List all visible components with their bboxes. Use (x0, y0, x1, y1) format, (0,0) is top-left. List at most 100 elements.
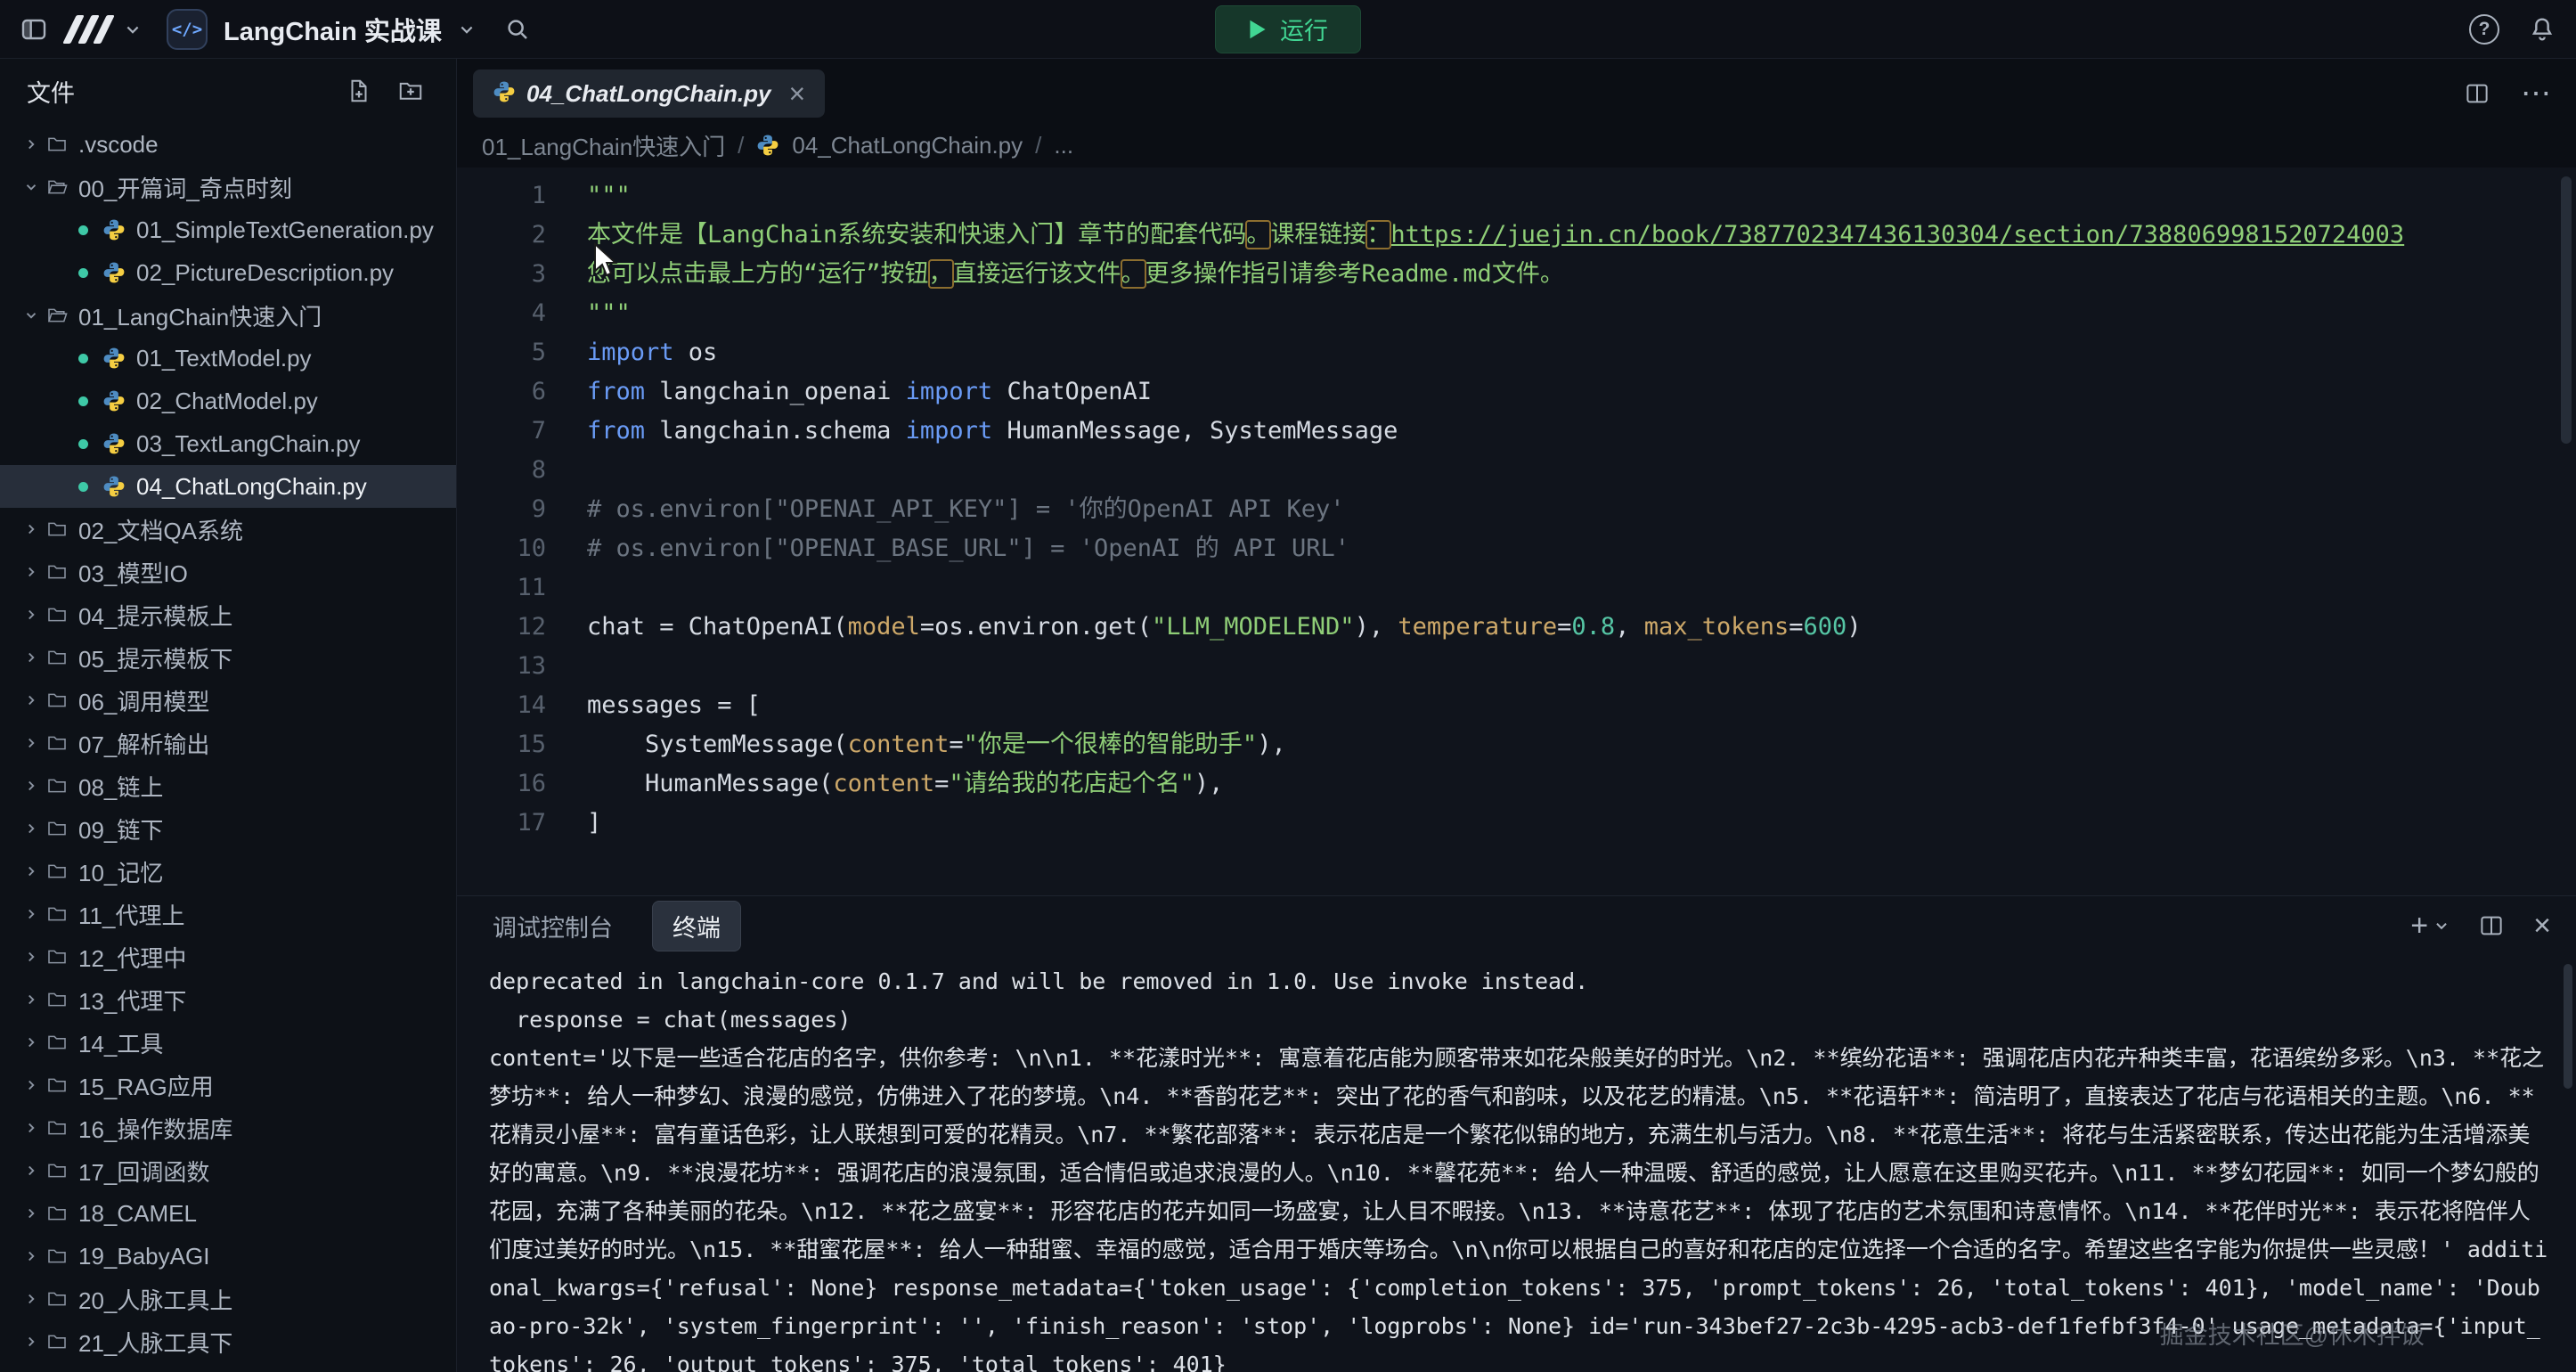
modified-dot (78, 439, 88, 449)
close-panel-button[interactable]: × (2533, 911, 2551, 941)
code-line[interactable]: from langchain_openai import ChatOpenAI (587, 372, 2576, 412)
tree-folder-13_代理下[interactable]: 13_代理下 (0, 978, 456, 1021)
breadcrumb-folder[interactable]: 01_LangChain快速入门 (482, 129, 725, 162)
play-icon (1248, 19, 1268, 40)
split-terminal-button[interactable] (2478, 912, 2505, 939)
tabbar-actions: ⋯ (2464, 78, 2551, 109)
chevron-right-icon (23, 1248, 39, 1264)
code-line[interactable]: SystemMessage(content="你是一个很棒的智能助手"), (587, 725, 2576, 764)
tree-folder-01_LangChain快速入门[interactable]: 01_LangChain快速入门 (0, 294, 456, 337)
tree-file-02_PictureDescription.py[interactable]: 02_PictureDescription.py (0, 251, 456, 294)
folder-icon (46, 818, 68, 839)
ide-window: </> LangChain 实战课 运行 ? (0, 0, 2576, 1372)
tree-folder-10_记忆[interactable]: 10_记忆 (0, 850, 456, 893)
marscode-logo-icon[interactable] (69, 14, 108, 45)
terminal-output[interactable]: deprecated in langchain-core 0.1.7 and w… (457, 955, 2576, 1372)
code-line[interactable]: chat = ChatOpenAI(model=os.environ.get("… (587, 608, 2576, 647)
sidebar-toggle-button[interactable] (20, 15, 48, 44)
tree-folder-09_链下[interactable]: 09_链下 (0, 807, 456, 850)
code-line[interactable]: 本文件是【LangChain系统安装和快速入门】章节的配套代码。课程链接：htt… (587, 216, 2576, 255)
search-icon (504, 16, 531, 43)
breadcrumb-file[interactable]: 04_ChatLongChain.py (792, 132, 1023, 159)
code-line[interactable] (587, 568, 2576, 608)
tree-folder-21_人脉工具下[interactable]: 21_人脉工具下 (0, 1320, 456, 1363)
chevron-right-icon (23, 906, 39, 922)
tree-folder-14_工具[interactable]: 14_工具 (0, 1021, 456, 1064)
code-line[interactable]: messages = [ (587, 686, 2576, 725)
help-button[interactable]: ? (2469, 14, 2499, 45)
tree-file-01_TextModel.py[interactable]: 01_TextModel.py (0, 337, 456, 380)
code-line[interactable]: # os.environ["OPENAI_BASE_URL"] = 'OpenA… (587, 529, 2576, 568)
editor-scrollbar[interactable] (2561, 176, 2572, 444)
tab-close-button[interactable]: × (788, 79, 805, 108)
breadcrumb-separator: / (738, 132, 744, 159)
new-folder-button[interactable] (397, 78, 424, 104)
breadcrumb[interactable]: 01_LangChain快速入门 / 04_ChatLongChain.py /… (457, 123, 2576, 167)
code-line[interactable] (587, 647, 2576, 686)
terminal-scrollbar[interactable] (2564, 964, 2572, 1089)
tree-item-label: 03_TextLangChain.py (136, 430, 361, 458)
folder-icon (46, 861, 68, 882)
tab-debug-console[interactable]: 调试控制台 (493, 909, 613, 943)
tree-folder-15_RAG应用[interactable]: 15_RAG应用 (0, 1064, 456, 1107)
tree-folder-02_文档QA系统[interactable]: 02_文档QA系统 (0, 508, 456, 551)
code-line[interactable]: HumanMessage(content="请给我的花店起个名"), (587, 764, 2576, 804)
folder-icon (46, 604, 68, 625)
tree-folder-20_人脉工具上[interactable]: 20_人脉工具上 (0, 1278, 456, 1320)
tree-folder-.vscode[interactable]: .vscode (0, 123, 456, 166)
tab-04-chatlongchain[interactable]: 04_ChatLongChain.py × (473, 69, 825, 118)
tree-folder-16_操作数据库[interactable]: 16_操作数据库 (0, 1107, 456, 1149)
new-file-button[interactable] (346, 78, 372, 104)
workspace-switcher-chevron[interactable] (124, 20, 142, 38)
chevron-right-icon (23, 521, 39, 537)
new-terminal-button[interactable]: + (2410, 911, 2450, 941)
tree-folder-18_CAMEL[interactable]: 18_CAMEL (0, 1192, 456, 1235)
tree-file-01_SimpleTextGeneration.py[interactable]: 01_SimpleTextGeneration.py (0, 208, 456, 251)
tree-item-label: 04_ChatLongChain.py (136, 473, 367, 501)
notifications-button[interactable] (2528, 15, 2556, 44)
tree-file-04_ChatLongChain.py[interactable]: 04_ChatLongChain.py (0, 465, 456, 508)
tree-file-03_TextLangChain.py[interactable]: 03_TextLangChain.py (0, 422, 456, 465)
code-line[interactable]: from langchain.schema import HumanMessag… (587, 412, 2576, 451)
tree-folder-03_模型IO[interactable]: 03_模型IO (0, 551, 456, 593)
line-number: 2 (457, 216, 546, 255)
more-actions-button[interactable]: ⋯ (2521, 78, 2551, 109)
code-line[interactable]: ] (587, 804, 2576, 843)
code-line[interactable]: import os (587, 333, 2576, 372)
code-line[interactable]: """ (587, 294, 2576, 333)
code-content[interactable]: """本文件是【LangChain系统安装和快速入门】章节的配套代码。课程链接：… (546, 176, 2576, 895)
terminal-line: deprecated in langchain-core 0.1.7 and w… (489, 962, 2549, 1000)
explorer-title: 文件 (27, 74, 321, 109)
tree-folder-19_BabyAGI[interactable]: 19_BabyAGI (0, 1235, 456, 1278)
chevron-right-icon (23, 1034, 39, 1050)
split-editor-button[interactable] (2464, 80, 2490, 107)
python-icon (102, 261, 126, 284)
run-button[interactable]: 运行 (1215, 5, 1361, 53)
project-code-icon[interactable]: </> (167, 9, 208, 50)
code-line[interactable]: # os.environ["OPENAI_API_KEY"] = '你的Open… (587, 490, 2576, 529)
tree-file-02_ChatModel.py[interactable]: 02_ChatModel.py (0, 380, 456, 422)
search-button[interactable] (504, 16, 531, 43)
python-icon (102, 218, 126, 241)
code-editor[interactable]: 1234567891011121314151617 """本文件是【LangCh… (457, 167, 2576, 895)
breadcrumb-symbol[interactable]: ... (1054, 132, 1073, 159)
chevron-right-icon (23, 1291, 39, 1307)
tree-folder-05_提示模板下[interactable]: 05_提示模板下 (0, 636, 456, 679)
bottom-panel: 调试控制台 终端 + × (457, 896, 2576, 1372)
tree-folder-11_代理上[interactable]: 11_代理上 (0, 893, 456, 935)
code-line[interactable] (587, 451, 2576, 490)
tree-folder-00_开篇词_奇点时刻[interactable]: 00_开篇词_奇点时刻 (0, 166, 456, 208)
tree-folder-04_提示模板上[interactable]: 04_提示模板上 (0, 593, 456, 636)
code-line[interactable]: 您可以点击最上方的“运行”按钮，直接运行该文件。更多操作指引请参考Readme.… (587, 255, 2576, 294)
tree-folder-08_链上[interactable]: 08_链上 (0, 764, 456, 807)
tree-folder-06_调用模型[interactable]: 06_调用模型 (0, 679, 456, 722)
project-menu-chevron[interactable] (458, 20, 476, 38)
tree-item-label: 01_TextModel.py (136, 345, 312, 372)
tree-folder-17_回调函数[interactable]: 17_回调函数 (0, 1149, 456, 1192)
folder-open-icon (46, 305, 68, 326)
tab-terminal[interactable]: 终端 (652, 901, 741, 951)
tree-folder-12_代理中[interactable]: 12_代理中 (0, 935, 456, 978)
code-line[interactable]: """ (587, 176, 2576, 216)
tree-item-label: 02_PictureDescription.py (136, 259, 394, 287)
tree-folder-07_解析输出[interactable]: 07_解析输出 (0, 722, 456, 764)
